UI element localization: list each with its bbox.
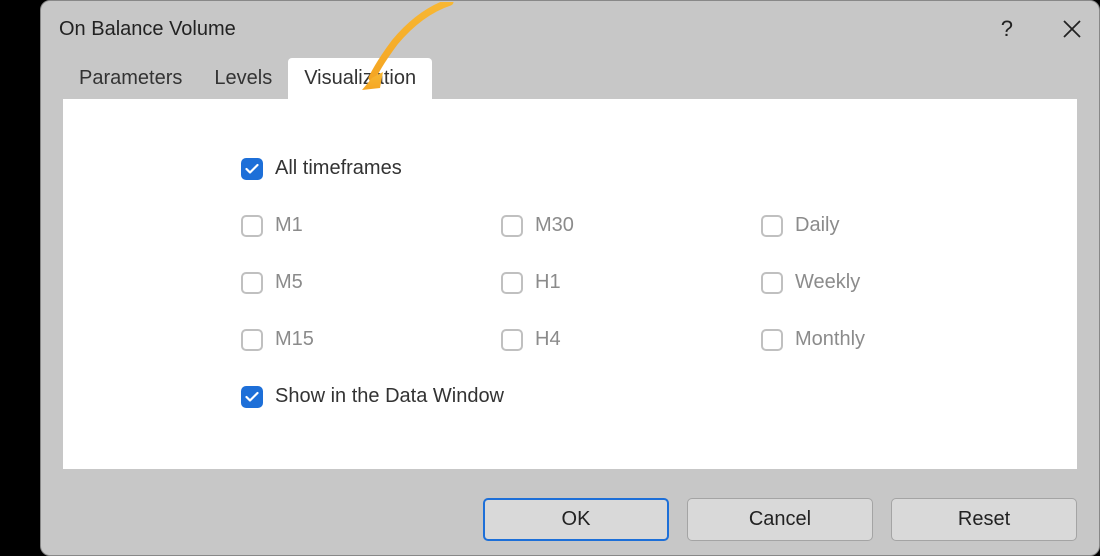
titlebar: On Balance Volume ? <box>41 1 1099 57</box>
checkbox-label: M5 <box>275 271 303 294</box>
tab-parameters[interactable]: Parameters <box>63 58 198 99</box>
titlebar-actions: ? <box>1001 16 1081 42</box>
checkbox-label: M30 <box>535 214 574 237</box>
checkbox-label: Monthly <box>795 328 865 351</box>
checkbox-box <box>761 272 783 294</box>
checkbox-weekly[interactable]: Weekly <box>761 271 1021 294</box>
reset-button[interactable]: Reset <box>891 498 1077 541</box>
checkbox-label: H4 <box>535 328 561 351</box>
tab-visualization[interactable]: Visualization <box>288 58 432 99</box>
checkbox-box <box>241 272 263 294</box>
checkbox-m30[interactable]: M30 <box>501 214 761 237</box>
checkbox-box <box>241 215 263 237</box>
checkbox-m15[interactable]: M15 <box>241 328 501 351</box>
checkbox-box <box>241 386 263 408</box>
dialog-buttons: OK Cancel Reset <box>483 498 1077 541</box>
checkbox-label: H1 <box>535 271 561 294</box>
dialog-window: On Balance Volume ? Parameters Levels Vi… <box>40 0 1100 556</box>
close-icon <box>1063 20 1081 38</box>
check-icon <box>245 163 259 175</box>
checkbox-m5[interactable]: M5 <box>241 271 501 294</box>
tab-levels[interactable]: Levels <box>198 58 288 99</box>
checkbox-label: M1 <box>275 214 303 237</box>
close-button[interactable] <box>1063 20 1081 38</box>
checkbox-box <box>501 329 523 351</box>
tab-panel-visualization: All timeframes M1 M30 Daily M5 H1 <box>63 99 1077 469</box>
checkbox-daily[interactable]: Daily <box>761 214 1021 237</box>
tabs: Parameters Levels Visualization <box>41 57 1099 99</box>
timeframe-grid: M1 M30 Daily M5 H1 Weekly <box>241 214 1077 351</box>
checkbox-box <box>501 272 523 294</box>
checkbox-m1[interactable]: M1 <box>241 214 501 237</box>
ok-button[interactable]: OK <box>483 498 669 541</box>
checkbox-label: Weekly <box>795 271 860 294</box>
checkbox-box <box>501 215 523 237</box>
checkbox-box <box>761 329 783 351</box>
checkbox-box <box>241 329 263 351</box>
checkbox-label: Show in the Data Window <box>275 385 504 408</box>
help-button[interactable]: ? <box>1001 16 1013 42</box>
checkbox-h1[interactable]: H1 <box>501 271 761 294</box>
checkbox-all-timeframes[interactable]: All timeframes <box>241 157 1077 180</box>
cancel-button[interactable]: Cancel <box>687 498 873 541</box>
checkbox-box <box>241 158 263 180</box>
checkbox-box <box>761 215 783 237</box>
checkbox-label: All timeframes <box>275 157 402 180</box>
checkbox-label: Daily <box>795 214 839 237</box>
checkbox-show-data-window[interactable]: Show in the Data Window <box>241 385 1077 408</box>
dialog-title: On Balance Volume <box>59 18 1001 41</box>
checkbox-label: M15 <box>275 328 314 351</box>
check-icon <box>245 391 259 403</box>
checkbox-monthly[interactable]: Monthly <box>761 328 1021 351</box>
checkbox-h4[interactable]: H4 <box>501 328 761 351</box>
